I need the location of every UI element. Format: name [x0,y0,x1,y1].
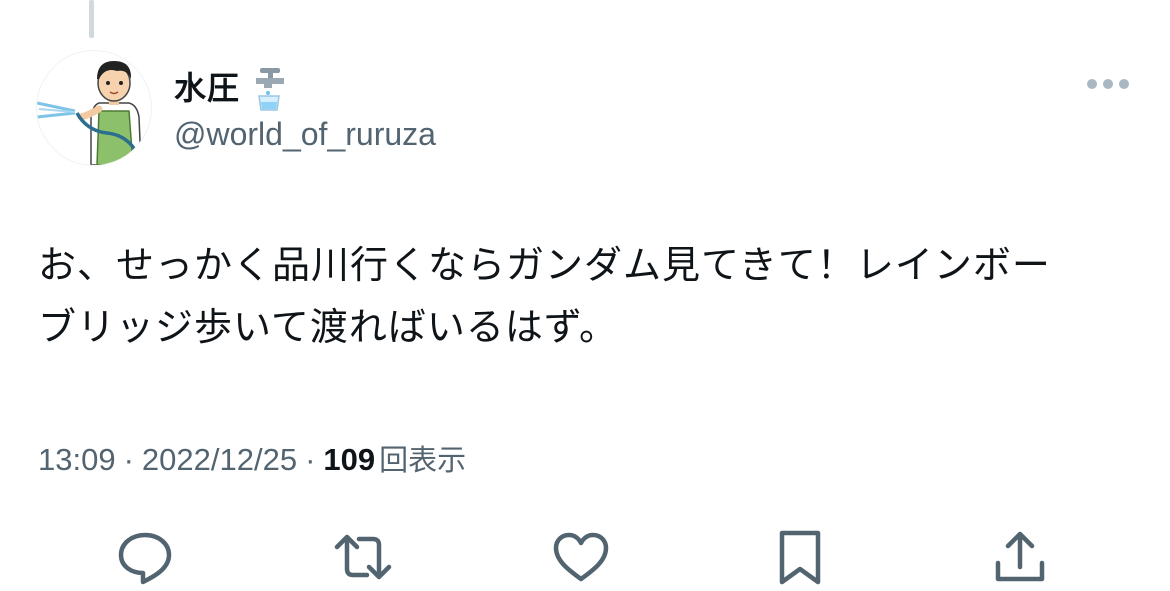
views-count[interactable]: 109 [323,442,375,477]
more-options-icon[interactable] [1084,72,1132,96]
meta-separator: · [123,442,134,477]
author-handle[interactable]: @world_of_ruruza [174,112,436,156]
tweet-text: お、せっかく品川行くならガンダム見てきて！レインボー ブリッジ歩いて渡ればいるは… [38,234,1138,358]
thread-connector-line [89,0,94,38]
tweet-text-line: ブリッジ歩いて渡ればいるはず。 [38,305,619,349]
retweet-icon [334,534,392,580]
views-label: 回表示 [379,443,467,477]
avatar[interactable] [36,50,152,166]
author-name-row[interactable]: 水圧 [174,64,290,112]
faucet-icon [250,64,290,112]
tweet-text-line: お、せっかく品川行くならガンダム見てきて！レインボー [38,243,1051,287]
share-button[interactable] [988,525,1052,589]
tweet-meta: 13:09 · 2022/12/25 · 109 回表示 [38,438,466,482]
like-button[interactable] [549,525,613,589]
bookmark-icon [779,530,821,585]
reply-icon [118,532,172,585]
reply-button[interactable] [113,525,177,589]
tweet-time[interactable]: 13:09 [38,442,116,477]
heart-icon [553,532,609,582]
share-icon [995,531,1045,582]
meta-separator: · [305,442,316,477]
tweet-date[interactable]: 2022/12/25 [142,442,297,477]
retweet-button[interactable] [331,525,395,589]
bookmark-button[interactable] [768,525,832,589]
boy-watering-hose-avatar-icon [37,61,142,165]
display-name[interactable]: 水圧 [174,68,240,108]
